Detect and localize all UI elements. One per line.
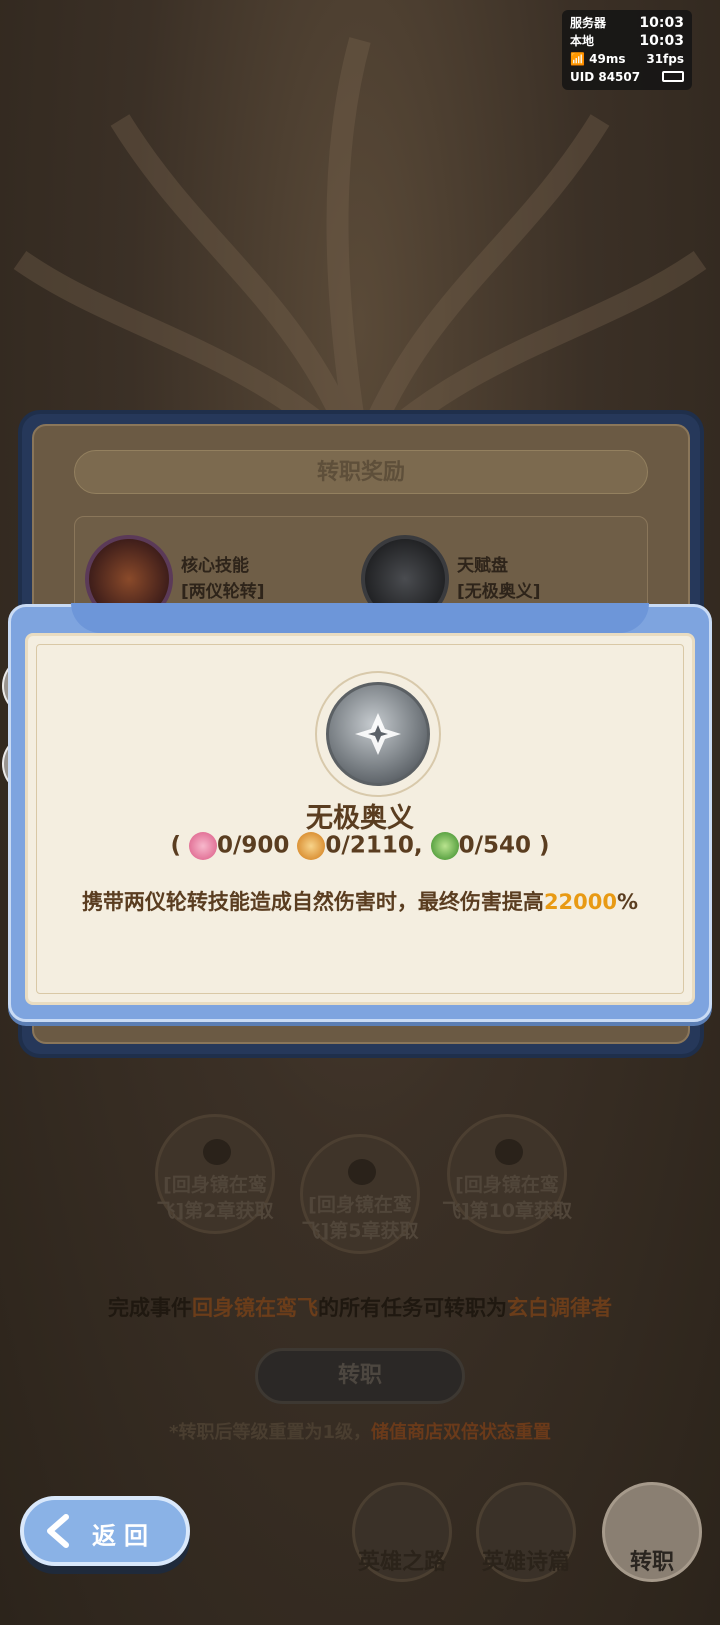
talent-cost: ( 0/900 0/2110, 0/540 ) bbox=[28, 832, 692, 860]
battery-icon bbox=[662, 71, 684, 82]
locked-reward-1-line1: [回身镜在鸾 bbox=[163, 1174, 267, 1196]
locked-reward-3-line2: 飞]第10章获取 bbox=[441, 1200, 573, 1222]
local-time: 10:03 bbox=[639, 33, 684, 49]
locked-reward-2-label: [回身镜在鸾 飞]第5章获取 bbox=[290, 1192, 430, 1244]
cost-1-text: 0/900 bbox=[216, 832, 290, 859]
cost-3-text: 0/540 bbox=[458, 832, 532, 859]
talent-disc-large-icon bbox=[326, 682, 430, 786]
locked-reward-3-label: [回身镜在鸾 飞]第10章获取 bbox=[437, 1172, 577, 1224]
nav-transfer[interactable]: 转职 bbox=[600, 1482, 704, 1602]
locked-reward-1-line2: 飞]第2章获取 bbox=[156, 1200, 274, 1222]
event-middle: 的所有任务可转职为 bbox=[318, 1296, 507, 1320]
class-name: 玄白调律者 bbox=[507, 1296, 612, 1320]
lock-icon bbox=[203, 1139, 231, 1165]
locked-reward-1-label: [回身镜在鸾 飞]第2章获取 bbox=[145, 1172, 285, 1224]
green-bag-icon bbox=[430, 832, 459, 860]
talent-icon-ring bbox=[315, 671, 441, 797]
talent-title: 无极奥义 bbox=[306, 803, 414, 834]
locked-reward-2-line2: 飞]第5章获取 bbox=[301, 1220, 419, 1242]
description-suffix: % bbox=[617, 890, 639, 914]
transfer-button[interactable]: 转职 bbox=[255, 1348, 465, 1404]
ping-value: 49ms bbox=[589, 52, 626, 66]
lock-icon bbox=[348, 1159, 376, 1185]
cost-2-text: 0/2110, bbox=[325, 832, 423, 859]
locked-reward-3-line1: [回身镜在鸾 bbox=[455, 1174, 559, 1196]
network-status-overlay: 服务器 10:03 本地 10:03 📶 49ms 31fps UID 84507 bbox=[562, 10, 692, 90]
server-label: 服务器 bbox=[570, 16, 607, 30]
core-skill-value: [两仪轮转] bbox=[181, 582, 265, 602]
cost-item-2: 0/2110, bbox=[297, 832, 423, 860]
orange-flower-icon bbox=[297, 832, 326, 860]
nav-transfer-label: 转职 bbox=[629, 1550, 674, 1575]
talent-disc-value: [无极奥义] bbox=[457, 582, 541, 602]
core-skill-label: 核心技能 bbox=[181, 556, 249, 576]
locked-reward-2-line1: [回身镜在鸾 bbox=[308, 1194, 412, 1216]
cost-close-paren: ) bbox=[539, 832, 550, 859]
uid-value: UID 84507 bbox=[570, 70, 641, 84]
description-value: 22000 bbox=[543, 890, 617, 914]
popup-content: 无极奥义 ( 0/900 0/2110, 0/540 ) 携带两仪轮转技能造成自… bbox=[25, 633, 695, 1005]
nav-hero-poem-label: 英雄诗篇 bbox=[481, 1550, 570, 1575]
talent-description: 携带两仪轮转技能造成自然伤害时，最终伤害提高22000% bbox=[28, 886, 692, 916]
cost-open-paren: ( bbox=[170, 832, 181, 859]
wifi-icon: 📶 bbox=[570, 52, 585, 66]
nav-hero-road[interactable]: 英雄之路 bbox=[350, 1482, 454, 1602]
note-highlight: 储值商店双倍状态重置 bbox=[370, 1422, 551, 1443]
cost-item-1: 0/900 bbox=[188, 832, 290, 860]
pink-flower-icon bbox=[188, 832, 217, 860]
nav-hero-poem[interactable]: 英雄诗篇 bbox=[474, 1482, 578, 1602]
transfer-note: *转职后等级重置为1级，储值商店双倍状态重置 bbox=[0, 1418, 720, 1444]
talent-detail-popup: 无极奥义 ( 0/900 0/2110, 0/540 ) 携带两仪轮转技能造成自… bbox=[8, 603, 712, 1022]
server-time: 10:03 bbox=[639, 15, 684, 31]
event-prefix: 完成事件 bbox=[108, 1296, 192, 1320]
nav-hero-road-label: 英雄之路 bbox=[357, 1550, 446, 1575]
fps-value: 31fps bbox=[646, 52, 684, 66]
local-label: 本地 bbox=[570, 34, 595, 48]
talent-disc-label: 天赋盘 bbox=[457, 556, 508, 576]
event-name: 回身镜在鸾飞 bbox=[192, 1296, 318, 1320]
back-button-label: 返回 bbox=[92, 1522, 156, 1550]
popup-header-ornament bbox=[71, 603, 649, 633]
back-button[interactable]: 返回 bbox=[20, 1496, 190, 1566]
description-prefix: 携带两仪轮转技能造成自然伤害时，最终伤害提高 bbox=[81, 890, 544, 914]
note-prefix: *转职后等级重置为1级， bbox=[169, 1422, 371, 1443]
transfer-reward-title: 转职奖励 bbox=[74, 450, 648, 494]
locked-rewards: [回身镜在鸾 飞]第2章获取 [回身镜在鸾 飞]第5章获取 [回身镜在鸾 飞]第… bbox=[0, 1100, 720, 1260]
cost-item-3: 0/540 bbox=[430, 832, 532, 860]
lock-icon bbox=[495, 1139, 523, 1165]
event-requirement-text: 完成事件回身镜在鸾飞的所有任务可转职为玄白调律者 bbox=[0, 1292, 720, 1322]
back-arrow-icon bbox=[47, 1514, 69, 1548]
